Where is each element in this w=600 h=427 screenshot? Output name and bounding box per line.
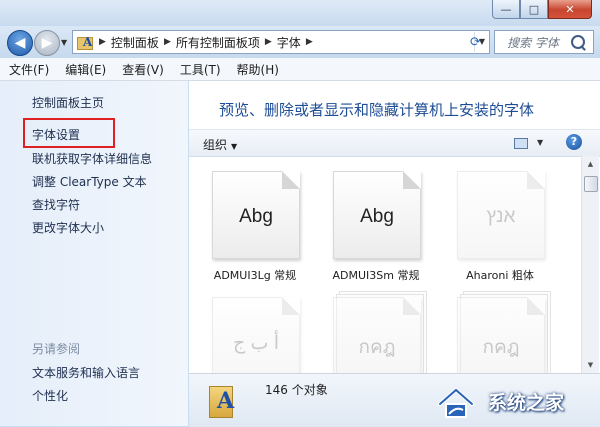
- close-button[interactable]: ✕: [548, 0, 592, 19]
- search-input[interactable]: 搜索 字体: [494, 30, 594, 54]
- house-logo-icon: [438, 387, 474, 418]
- font-name: ADMUI3Lg 常规: [213, 269, 297, 282]
- font-name: ADMUI3Sm 常规: [332, 269, 420, 282]
- view-dropdown[interactable]: ▼: [537, 138, 543, 147]
- task-control-panel-home[interactable]: 控制面板主页: [32, 94, 104, 111]
- font-tile-thai-family-2[interactable]: กคฎ: [453, 291, 551, 385]
- font-tile-thai-family-1[interactable]: กคฎ: [329, 291, 427, 385]
- menu-help[interactable]: 帮助(H): [230, 61, 286, 78]
- font-sample: กคฎ: [358, 337, 396, 358]
- maximize-button[interactable]: □: [520, 0, 548, 19]
- font-sample: אנץ: [486, 206, 516, 227]
- font-name: Aharoni 粗体: [466, 269, 534, 282]
- task-change-font-size[interactable]: 更改字体大小: [32, 219, 104, 236]
- link-personalization[interactable]: 个性化: [32, 387, 68, 404]
- arrow-right-icon: ▶: [41, 35, 53, 51]
- search-icon[interactable]: [571, 35, 585, 49]
- font-tile-arabic[interactable]: أ ب ج: [208, 297, 302, 385]
- font-sample: Abg: [360, 206, 394, 227]
- command-bar: 组织 ▼ ▼ ?: [189, 129, 600, 157]
- font-sample: أ ب ج: [233, 333, 279, 354]
- help-icon[interactable]: ?: [566, 134, 582, 150]
- window-controls: — □ ✕: [492, 0, 592, 19]
- item-count: 146 个对象: [265, 383, 328, 397]
- back-button[interactable]: ◀: [7, 30, 33, 56]
- scroll-up-icon[interactable]: ▲: [582, 156, 599, 172]
- refresh-icon[interactable]: ⟳: [470, 35, 481, 50]
- search-placeholder: 搜索 字体: [507, 35, 559, 50]
- see-also-heading: 另请参阅: [32, 342, 81, 356]
- font-sample: กคฎ: [482, 337, 520, 358]
- chevron-right-icon[interactable]: ▶: [263, 37, 274, 47]
- address-row: ◀ ▶ ▼ A ▶ 控制面板 ▶ 所有控制面板项 ▶ 字体 ▶ ▼ ⟳ 搜索 字…: [0, 26, 600, 58]
- page-heading: 预览、删除或者显示和隐藏计算机上安装的字体: [219, 101, 535, 119]
- scroll-thumb[interactable]: [584, 176, 598, 192]
- organize-button[interactable]: 组织 ▼: [203, 136, 237, 153]
- font-file-icon: Abg: [212, 171, 300, 259]
- breadcrumb-control-panel[interactable]: 控制面板: [108, 34, 162, 51]
- font-sample: Abg: [239, 206, 273, 227]
- fonts-folder-icon: A: [77, 35, 93, 50]
- view-options-icon[interactable]: [514, 138, 528, 149]
- recent-pages-dropdown[interactable]: ▼: [61, 38, 67, 47]
- menu-file[interactable]: 文件(F): [2, 61, 56, 78]
- task-adjust-cleartype[interactable]: 调整 ClearType 文本: [32, 173, 147, 190]
- fonts-folder-icon: A: [209, 382, 237, 418]
- font-tile-aharoni[interactable]: אנץ Aharoni 粗体: [453, 171, 547, 283]
- content-pane: 预览、删除或者显示和隐藏计算机上安装的字体 组织 ▼ ▼ ? Abg ADMUI3…: [189, 81, 600, 427]
- menu-bar: 文件(F) 编辑(E) 查看(V) 工具(T) 帮助(H): [0, 58, 600, 81]
- vertical-scrollbar[interactable]: ▲ ▼: [581, 156, 599, 373]
- task-find-character[interactable]: 查找字符: [32, 196, 80, 213]
- link-text-services[interactable]: 文本服务和输入语言: [32, 364, 140, 381]
- font-family-icon: กคฎ: [333, 297, 421, 385]
- font-tile-admui3lg[interactable]: Abg ADMUI3Lg 常规: [208, 171, 302, 283]
- chevron-down-icon: ▼: [231, 142, 238, 151]
- chevron-right-icon[interactable]: ▶: [304, 37, 315, 47]
- highlight-annotation-box: [23, 118, 115, 148]
- menu-view[interactable]: 查看(V): [115, 61, 171, 78]
- organize-label: 组织: [203, 138, 228, 152]
- chevron-right-icon[interactable]: ▶: [97, 37, 108, 47]
- breadcrumb-fonts[interactable]: 字体: [274, 34, 304, 51]
- font-file-icon: אנץ: [457, 171, 545, 259]
- font-file-icon: Abg: [333, 171, 421, 259]
- task-get-font-info-online[interactable]: 联机获取字体详细信息: [32, 150, 152, 167]
- chevron-right-icon[interactable]: ▶: [162, 37, 173, 47]
- watermark: 系统之家: [428, 378, 600, 426]
- watermark-text: 系统之家: [488, 392, 565, 414]
- font-family-icon: กคฎ: [457, 297, 545, 385]
- menu-tools[interactable]: 工具(T): [173, 61, 228, 78]
- address-bar[interactable]: A ▶ 控制面板 ▶ 所有控制面板项 ▶ 字体 ▶ ▼: [72, 30, 490, 54]
- font-file-icon: أ ب ج: [212, 297, 300, 385]
- arrow-left-icon: ◀: [14, 35, 26, 51]
- menu-edit[interactable]: 编辑(E): [58, 61, 113, 78]
- forward-button[interactable]: ▶: [34, 30, 60, 56]
- breadcrumb-all-items[interactable]: 所有控制面板项: [173, 34, 263, 51]
- font-tile-admui3sm[interactable]: Abg ADMUI3Sm 常规: [329, 171, 423, 283]
- scroll-down-icon[interactable]: ▼: [582, 357, 599, 373]
- minimize-button[interactable]: —: [492, 0, 520, 19]
- title-bar: — □ ✕: [0, 0, 600, 26]
